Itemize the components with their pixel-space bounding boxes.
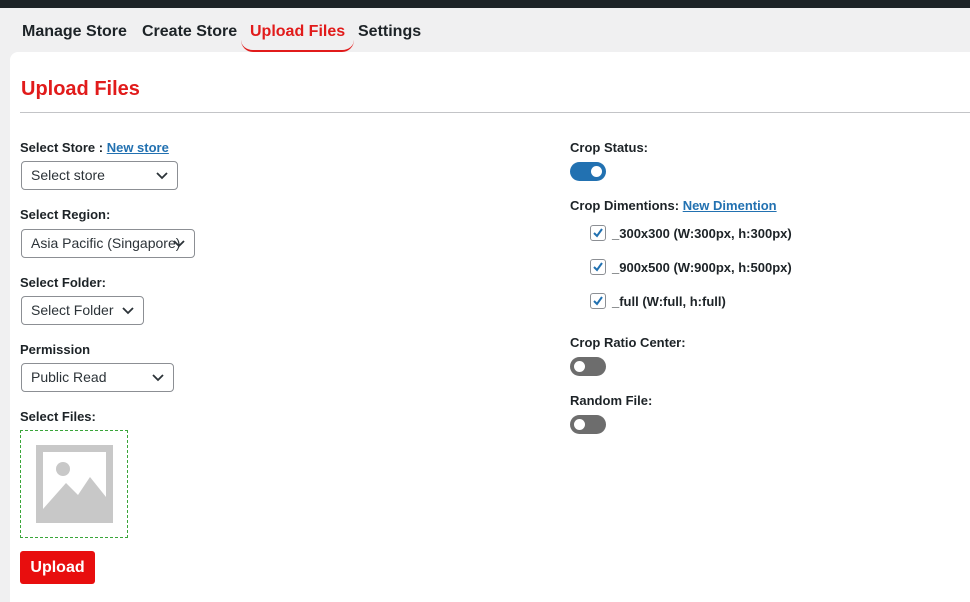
- tab-create-store[interactable]: Create Store: [142, 16, 237, 52]
- permission-select[interactable]: Public Read: [21, 363, 174, 392]
- store-select-value: Select store: [31, 167, 105, 183]
- dimension-label: _full (W:full, h:full): [612, 294, 726, 309]
- image-placeholder-icon: [36, 445, 113, 523]
- tab-upload-files[interactable]: Upload Files: [241, 16, 355, 52]
- select-files-label: Select Files:: [20, 409, 96, 424]
- random-file-label: Random File:: [570, 393, 653, 408]
- select-region-label: Select Region:: [20, 207, 111, 222]
- checkmark-icon: [593, 262, 603, 272]
- folder-select-value: Select Folder: [31, 302, 114, 318]
- tab-bar: Manage Store Create Store Upload Files S…: [0, 8, 970, 52]
- folder-select[interactable]: Select Folder: [21, 296, 144, 325]
- permission-label: Permission: [20, 342, 91, 357]
- page-title: Upload Files: [21, 78, 140, 100]
- dimension-label: _900x500 (W:900px, h:500px): [612, 260, 792, 275]
- crop-status-label: Crop Status:: [570, 140, 648, 155]
- select-folder-label: Select Folder:: [20, 275, 106, 290]
- dimension-checkbox-300x300[interactable]: [590, 225, 606, 241]
- file-dropzone[interactable]: [20, 430, 128, 538]
- chevron-down-icon: [173, 240, 185, 248]
- dimension-checkbox-full[interactable]: [590, 293, 606, 309]
- chevron-down-icon: [122, 307, 134, 315]
- checkmark-icon: [593, 296, 603, 306]
- crop-dimensions-label: Crop Dimentions: New Dimention: [570, 198, 777, 213]
- store-select[interactable]: Select store: [21, 161, 178, 190]
- region-select[interactable]: Asia Pacific (Singapore): [21, 229, 195, 258]
- toggle-knob: [574, 419, 585, 430]
- crop-ratio-center-toggle[interactable]: [570, 357, 606, 376]
- crop-ratio-center-label: Crop Ratio Center:: [570, 335, 686, 350]
- dimension-checkbox-900x500[interactable]: [590, 259, 606, 275]
- chevron-down-icon: [156, 172, 168, 180]
- dimension-label: _300x300 (W:300px, h:300px): [612, 226, 792, 241]
- toggle-knob: [591, 166, 602, 177]
- new-store-link[interactable]: New store: [107, 140, 169, 155]
- random-file-toggle[interactable]: [570, 415, 606, 434]
- toggle-knob: [574, 361, 585, 372]
- tab-settings[interactable]: Settings: [358, 16, 421, 52]
- select-store-label: Select Store : New store: [20, 140, 169, 155]
- admin-top-bar: [0, 0, 970, 8]
- upload-panel: Upload Files Select Store : New store Se…: [10, 52, 970, 602]
- title-divider: [20, 112, 970, 113]
- tab-manage-store[interactable]: Manage Store: [22, 16, 127, 52]
- region-select-value: Asia Pacific (Singapore): [31, 235, 181, 251]
- checkmark-icon: [593, 228, 603, 238]
- upload-button[interactable]: Upload: [20, 551, 95, 584]
- chevron-down-icon: [152, 374, 164, 382]
- select-store-label-text: Select Store :: [20, 140, 104, 155]
- crop-status-toggle[interactable]: [570, 162, 606, 181]
- crop-dimensions-label-text: Crop Dimentions:: [570, 198, 680, 213]
- permission-select-value: Public Read: [31, 369, 107, 385]
- new-dimension-link[interactable]: New Dimention: [683, 198, 777, 213]
